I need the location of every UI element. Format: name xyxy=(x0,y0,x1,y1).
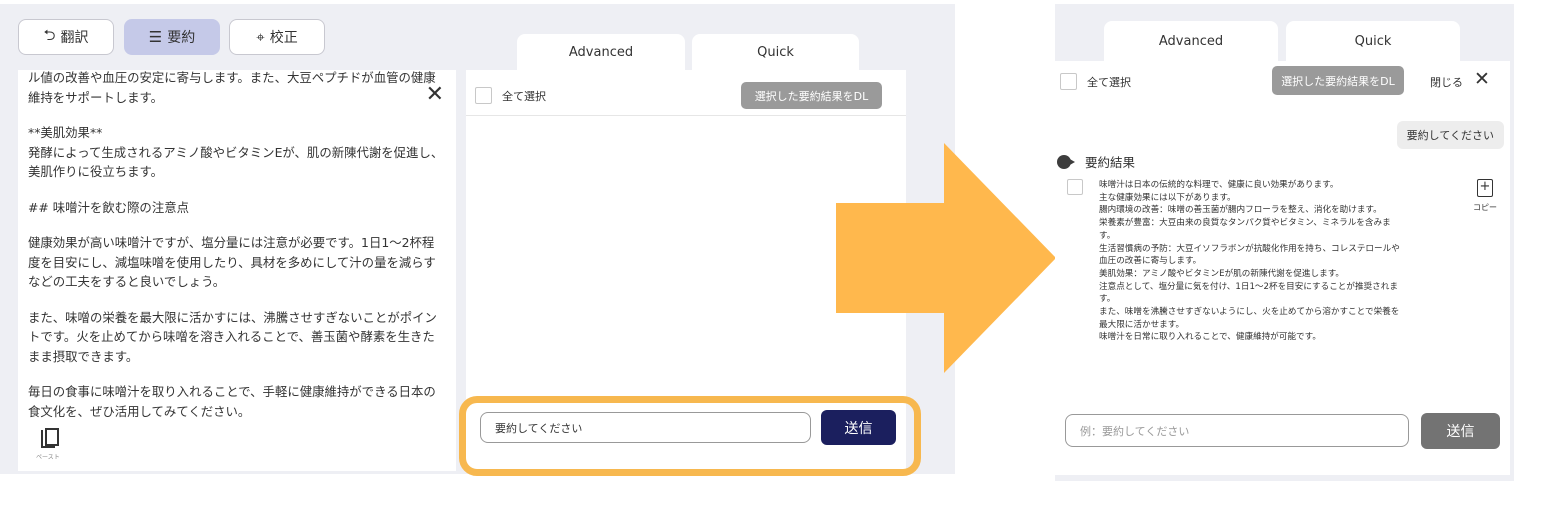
summary-results-panel: 全て選択 選択した要約結果をDL 閉じる ✕ 要約してください 要約結果 味噌汁… xyxy=(1055,61,1510,475)
paragraph: **美肌効果** 発酵によって生成されるアミノ酸やビタミンEが、肌の新陳代謝を促… xyxy=(28,125,444,179)
paste-icon xyxy=(40,428,59,448)
right-arrow-icon xyxy=(836,143,1056,373)
translate-icon: ⮌ xyxy=(43,25,56,44)
result-line: 味噌汁は日本の伝統的な料理で、健康に良い効果があります。 xyxy=(1099,180,1339,190)
result-line: 腸内環境の改善：味噌の善玉菌が腸内フローラを整え、消化を助けます。 xyxy=(1099,205,1382,216)
result-line: また、味噌を沸騰させすぎないようにし、火を止めてから溶かすことで栄養を xyxy=(1099,307,1400,318)
download-selected-button[interactable]: 選択した要約結果をDL xyxy=(741,82,882,109)
summary-button[interactable]: ☰ 要約 xyxy=(124,19,220,55)
crosshair-icon: ⌖ xyxy=(256,28,265,46)
close-label[interactable]: 閉じる xyxy=(1430,74,1463,90)
result-line: 栄養素が豊富：大豆由来の良質なタンパク質やビタミン、ミネラルを含みま xyxy=(1099,218,1391,229)
tab-advanced[interactable]: Advanced xyxy=(1104,21,1278,61)
select-all-label: 全て選択 xyxy=(502,90,546,103)
result-line: 美肌効果：アミノ酸やビタミンEが肌の新陳代謝を促進します。 xyxy=(1099,268,1345,279)
input-highlight-frame xyxy=(459,396,921,476)
result-line: 生活習慣病の予防：大豆イソフラボンが抗酸化作用を持ち、コレステロールや xyxy=(1099,243,1400,254)
close-icon[interactable]: ✕ xyxy=(426,84,444,106)
tab-advanced[interactable]: Advanced xyxy=(517,34,685,70)
source-text: ル値の改善や血圧の安定に寄与します。また、大豆ペプチドが血管の健康維持をサポート… xyxy=(28,70,446,437)
translate-label: 翻訳 xyxy=(60,30,89,46)
result-line: 注意点として、塩分量に気を付け、1日1〜2杯を目安にすることが推奨されま xyxy=(1099,281,1398,292)
result-line: 最大限に活かせます。 xyxy=(1099,319,1185,330)
paste-button[interactable]: ペースト xyxy=(36,428,60,461)
paragraph: ル値の改善や血圧の安定に寄与します。また、大豆ペプチドが血管の健康維持をサポート… xyxy=(28,70,436,105)
download-selected-button[interactable]: 選択した要約結果をDL xyxy=(1272,66,1404,95)
result-line: 味噌汁を日常に取り入れることで、健康維持が可能です。 xyxy=(1099,332,1321,343)
select-all-label: 全て選択 xyxy=(1087,76,1131,89)
copy-icon: + xyxy=(1477,179,1493,197)
proofread-button[interactable]: ⌖ 校正 xyxy=(229,19,325,55)
summary-icon: ☰ xyxy=(148,28,163,46)
select-row: 全て選択 選択した要約結果をDL xyxy=(466,70,906,116)
select-all-checkbox[interactable] xyxy=(475,87,492,104)
close-icon[interactable]: ✕ xyxy=(1474,68,1490,90)
result-title: 要約結果 xyxy=(1085,155,1136,170)
result-line: 主な健康効果には以下があります。 xyxy=(1099,192,1236,203)
send-button[interactable]: 送信 xyxy=(1421,413,1500,449)
tab-quick[interactable]: Quick xyxy=(692,34,859,70)
result-line: す。 xyxy=(1099,294,1116,305)
paragraph: 健康効果が高い味噌汁ですが、塩分量には注意が必要です。1日1〜2杯程度を目安にし… xyxy=(28,235,436,289)
copy-button[interactable]: + コピー xyxy=(1473,179,1497,213)
result-heading: 要約結果 xyxy=(1057,152,1135,171)
request-bubble: 要約してください xyxy=(1396,121,1504,149)
right-screenshot: Advanced Quick 全て選択 選択した要約結果をDL 閉じる ✕ 要約… xyxy=(1055,4,1514,481)
prompt-input[interactable]: 例：要約してください xyxy=(1065,414,1409,447)
summary-label: 要約 xyxy=(167,30,196,46)
tab-quick[interactable]: Quick xyxy=(1286,21,1460,61)
left-screenshot: ⮌ 翻訳 ☰ 要約 ⌖ 校正 ル値の改善や血圧の安定に寄与します。また、大豆ペプ… xyxy=(0,4,955,476)
select-all-checkbox[interactable] xyxy=(1060,73,1077,90)
translate-button[interactable]: ⮌ 翻訳 xyxy=(18,19,114,55)
result-line: す。 xyxy=(1099,230,1116,241)
proofread-label: 校正 xyxy=(269,30,298,46)
result-checkbox[interactable] xyxy=(1067,179,1083,195)
paragraph: また、味噌の栄養を最大限に活かすには、沸騰させすぎないことがポイントです。火を止… xyxy=(28,309,437,364)
brain-icon xyxy=(1057,154,1077,169)
paragraph: 毎日の食事に味噌汁を取り入れることで、手軽に健康維持ができる日本の食文化を、ぜひ… xyxy=(28,384,436,419)
source-text-area[interactable]: ル値の改善や血圧の安定に寄与します。また、大豆ペプチドが血管の健康維持をサポート… xyxy=(18,70,456,471)
result-text: 味噌汁は日本の伝統的な料理で、健康に良い効果があります。 主な健康効果には以下が… xyxy=(1099,179,1459,344)
copy-label: コピー xyxy=(1473,203,1497,212)
paste-label: ペースト xyxy=(36,454,60,461)
paragraph: ## 味噌汁を飲む際の注意点 xyxy=(28,199,189,215)
result-line: 血圧の改善に寄与します。 xyxy=(1099,256,1202,267)
